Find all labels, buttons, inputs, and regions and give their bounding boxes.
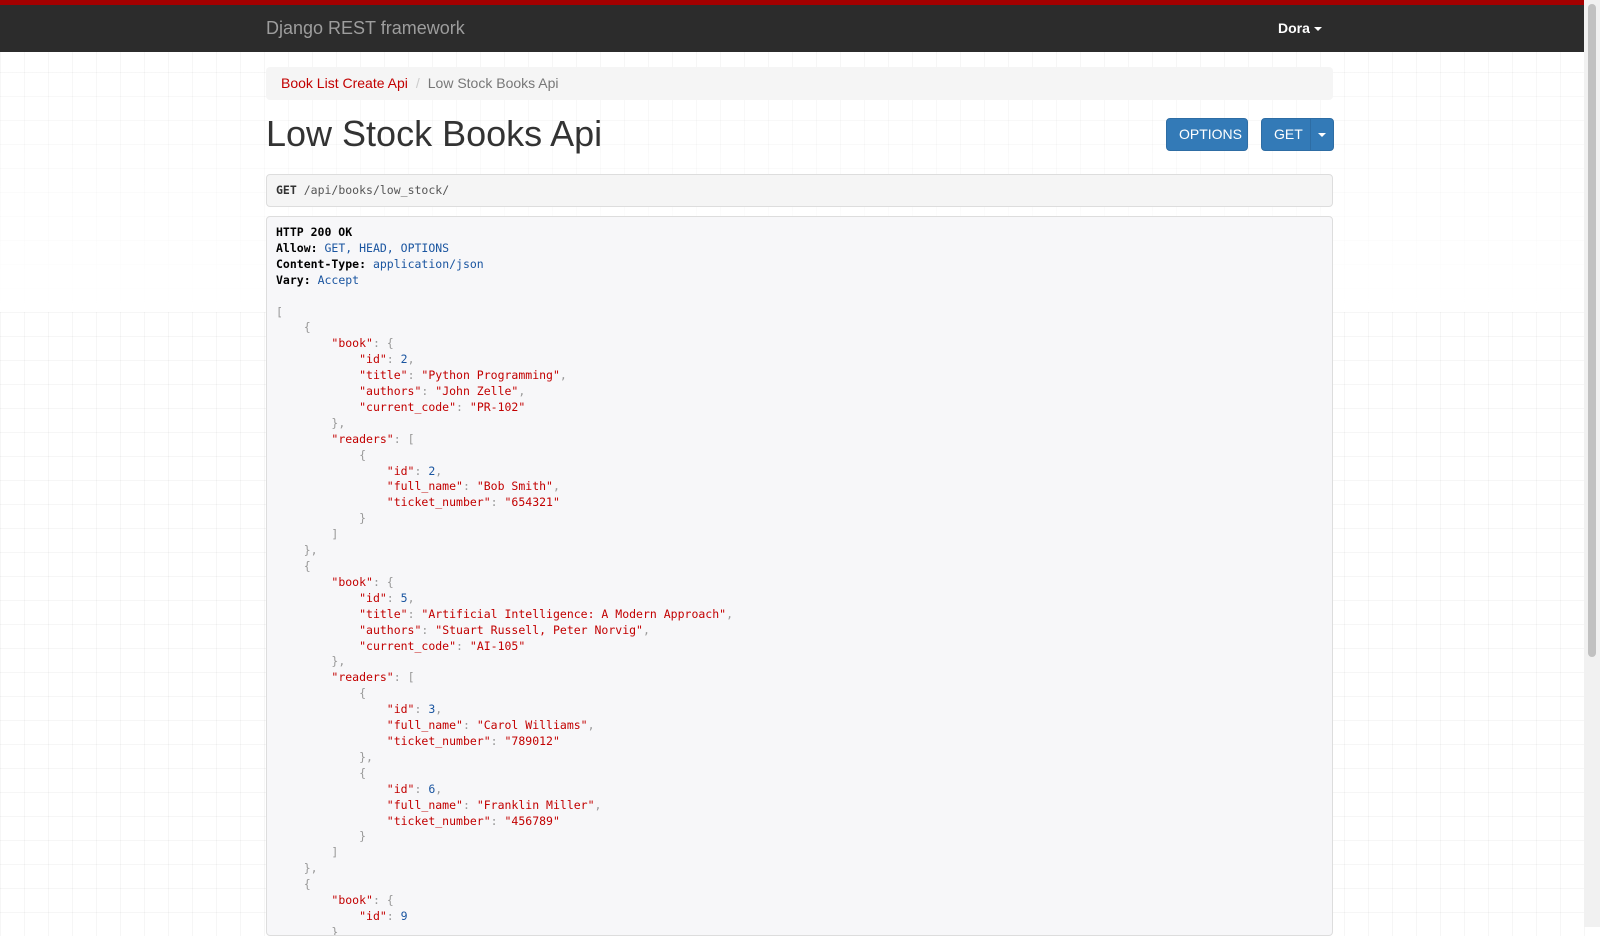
header-value: Accept [317, 272, 360, 287]
breadcrumb-current: Low Stock Books Api [427, 75, 559, 91]
get-button[interactable]: GET [1261, 118, 1311, 151]
request-path: /api/books/low_stock/ [303, 183, 450, 197]
user-menu[interactable]: Dora [1278, 20, 1322, 36]
user-name: Dora [1278, 20, 1310, 36]
response-body: [ { "book": { "id": 2, "title": "Python … [276, 304, 733, 936]
header-name: Allow: [276, 240, 318, 255]
breadcrumb: Book List Create Api / Low Stock Books Api [266, 67, 1333, 100]
response-info: HTTP 200 OK Allow: GET, HEAD, OPTIONS Co… [266, 216, 1333, 936]
chevron-down-icon [1318, 133, 1326, 138]
navbar: Django REST framework Dora [0, 0, 1584, 52]
scrollbar-thumb[interactable] [1588, 4, 1596, 657]
header-value: GET, HEAD, OPTIONS [324, 240, 450, 255]
response-status: HTTP 200 OK [276, 225, 353, 239]
request-method: GET [276, 183, 297, 197]
response-headers: HTTP 200 OK Allow: GET, HEAD, OPTIONS Co… [276, 225, 1323, 289]
brand-link[interactable]: Django REST framework [266, 18, 465, 39]
chevron-down-icon [1313, 27, 1322, 32]
options-button[interactable]: OPTIONS [1166, 118, 1248, 151]
header-name: Content-Type: [276, 256, 367, 271]
page-scrollbar[interactable] [1584, 0, 1600, 927]
breadcrumb-separator: / [415, 75, 420, 91]
header-name: Vary: [276, 272, 311, 287]
request-info: GET /api/books/low_stock/ [266, 174, 1333, 207]
page-title: Low Stock Books Api [266, 113, 603, 154]
format-dropdown-button[interactable] [1310, 118, 1334, 151]
breadcrumb-link-book-list[interactable]: Book List Create Api [281, 75, 408, 91]
header-value: application/json [372, 256, 484, 271]
